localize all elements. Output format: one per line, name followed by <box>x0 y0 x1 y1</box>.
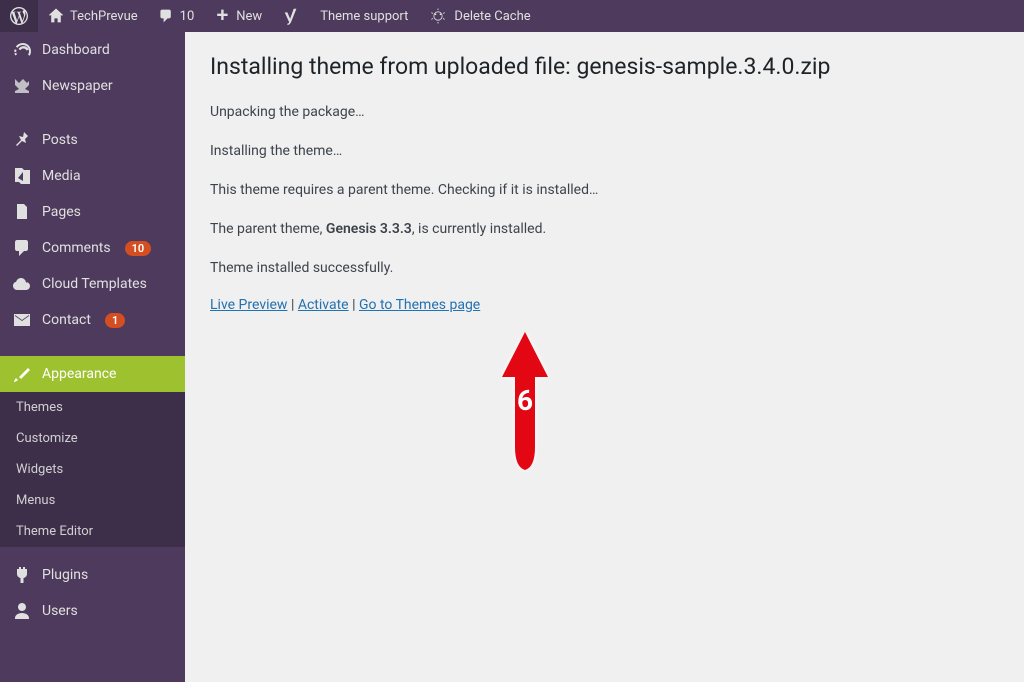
site-link[interactable]: TechPrevue <box>38 0 148 32</box>
user-icon <box>12 601 32 621</box>
home-icon <box>48 8 64 24</box>
yoast-icon <box>282 7 300 25</box>
sidebar-item-users[interactable]: Users <box>0 593 185 629</box>
status-parent-installed: The parent theme, Genesis 3.3.3, is curr… <box>210 219 999 240</box>
admin-toolbar: TechPrevue 10 New Theme support Delete C… <box>0 0 1024 32</box>
sidebar-item-label: Newspaper <box>42 78 113 94</box>
sidebar-item-label: Comments <box>42 240 111 256</box>
submenu-widgets[interactable]: Widgets <box>0 454 185 485</box>
comments-badge: 10 <box>125 241 152 256</box>
envelope-icon <box>12 310 32 330</box>
sidebar-item-comments[interactable]: Comments 10 <box>0 230 185 266</box>
sidebar-item-pages[interactable]: Pages <box>0 194 185 230</box>
submenu-customize[interactable]: Customize <box>0 423 185 454</box>
cloud-icon <box>12 274 32 294</box>
site-name: TechPrevue <box>70 9 138 24</box>
sidebar-item-plugins[interactable]: Plugins <box>0 557 185 593</box>
sidebar-item-label: Appearance <box>42 366 116 382</box>
media-icon <box>12 166 32 186</box>
pin-icon <box>12 130 32 150</box>
submenu-menus[interactable]: Menus <box>0 485 185 516</box>
sidebar-item-label: Users <box>42 603 78 619</box>
lion-icon <box>428 6 448 26</box>
annotation-arrow: 6 <box>500 332 550 472</box>
sidebar-item-label: Plugins <box>42 567 88 583</box>
status-installing: Installing the theme… <box>210 141 999 162</box>
dashboard-icon <box>12 40 32 60</box>
sidebar-item-label: Pages <box>42 204 81 220</box>
sidebar-item-posts[interactable]: Posts <box>0 122 185 158</box>
appearance-submenu: Themes Customize Widgets Menus Theme Edi… <box>0 392 185 547</box>
main-content: Installing theme from uploaded file: gen… <box>185 32 1024 682</box>
status-unpacking: Unpacking the package… <box>210 102 999 123</box>
page-title: Installing theme from uploaded file: gen… <box>210 52 999 82</box>
pages-icon <box>12 202 32 222</box>
sidebar-item-label: Posts <box>42 132 78 148</box>
sidebar-item-media[interactable]: Media <box>0 158 185 194</box>
sidebar-item-label: Cloud Templates <box>42 276 147 292</box>
new-content[interactable]: New <box>204 0 272 32</box>
theme-support-label: Theme support <box>320 9 408 24</box>
submenu-theme-editor[interactable]: Theme Editor <box>0 516 185 547</box>
new-label: New <box>236 9 262 24</box>
brush-icon <box>12 364 32 384</box>
status-parent-check: This theme requires a parent theme. Chec… <box>210 180 999 201</box>
sidebar-item-dashboard[interactable]: Dashboard <box>0 32 185 68</box>
sidebar-item-label: Media <box>42 168 81 184</box>
comments-count: 10 <box>180 9 195 24</box>
admin-sidebar: Dashboard Newspaper Posts Media Pages Co… <box>0 32 185 682</box>
live-preview-link[interactable]: Live Preview <box>210 297 287 313</box>
status-success: Theme installed successfully. <box>210 258 999 279</box>
delete-cache-label: Delete Cache <box>454 9 530 24</box>
comment-icon <box>158 8 174 24</box>
annotation-number: 6 <box>517 384 533 417</box>
contact-badge: 1 <box>105 313 125 328</box>
comments-link[interactable]: 10 <box>148 0 205 32</box>
wordpress-icon <box>10 7 28 25</box>
yoast-menu[interactable] <box>272 0 310 32</box>
sidebar-item-label: Dashboard <box>42 42 110 58</box>
sidebar-item-label: Contact <box>42 312 91 328</box>
delete-cache[interactable]: Delete Cache <box>418 0 540 32</box>
activate-link[interactable]: Activate <box>298 297 349 313</box>
theme-action-links: Live Preview | Activate | Go to Themes p… <box>210 297 999 313</box>
sidebar-item-newspaper[interactable]: Newspaper <box>0 68 185 104</box>
plus-icon <box>214 8 230 24</box>
submenu-themes[interactable]: Themes <box>0 392 185 423</box>
theme-support-link[interactable]: Theme support <box>310 0 418 32</box>
sidebar-item-contact[interactable]: Contact 1 <box>0 302 185 338</box>
themes-page-link[interactable]: Go to Themes page <box>359 297 480 313</box>
sidebar-item-cloud-templates[interactable]: Cloud Templates <box>0 266 185 302</box>
plugin-icon <box>12 565 32 585</box>
sidebar-item-appearance[interactable]: Appearance <box>0 356 185 392</box>
comments-icon <box>12 238 32 258</box>
wp-logo[interactable] <box>0 0 38 32</box>
newspaper-icon <box>12 76 32 96</box>
parent-theme-name: Genesis 3.3.3 <box>326 221 412 237</box>
